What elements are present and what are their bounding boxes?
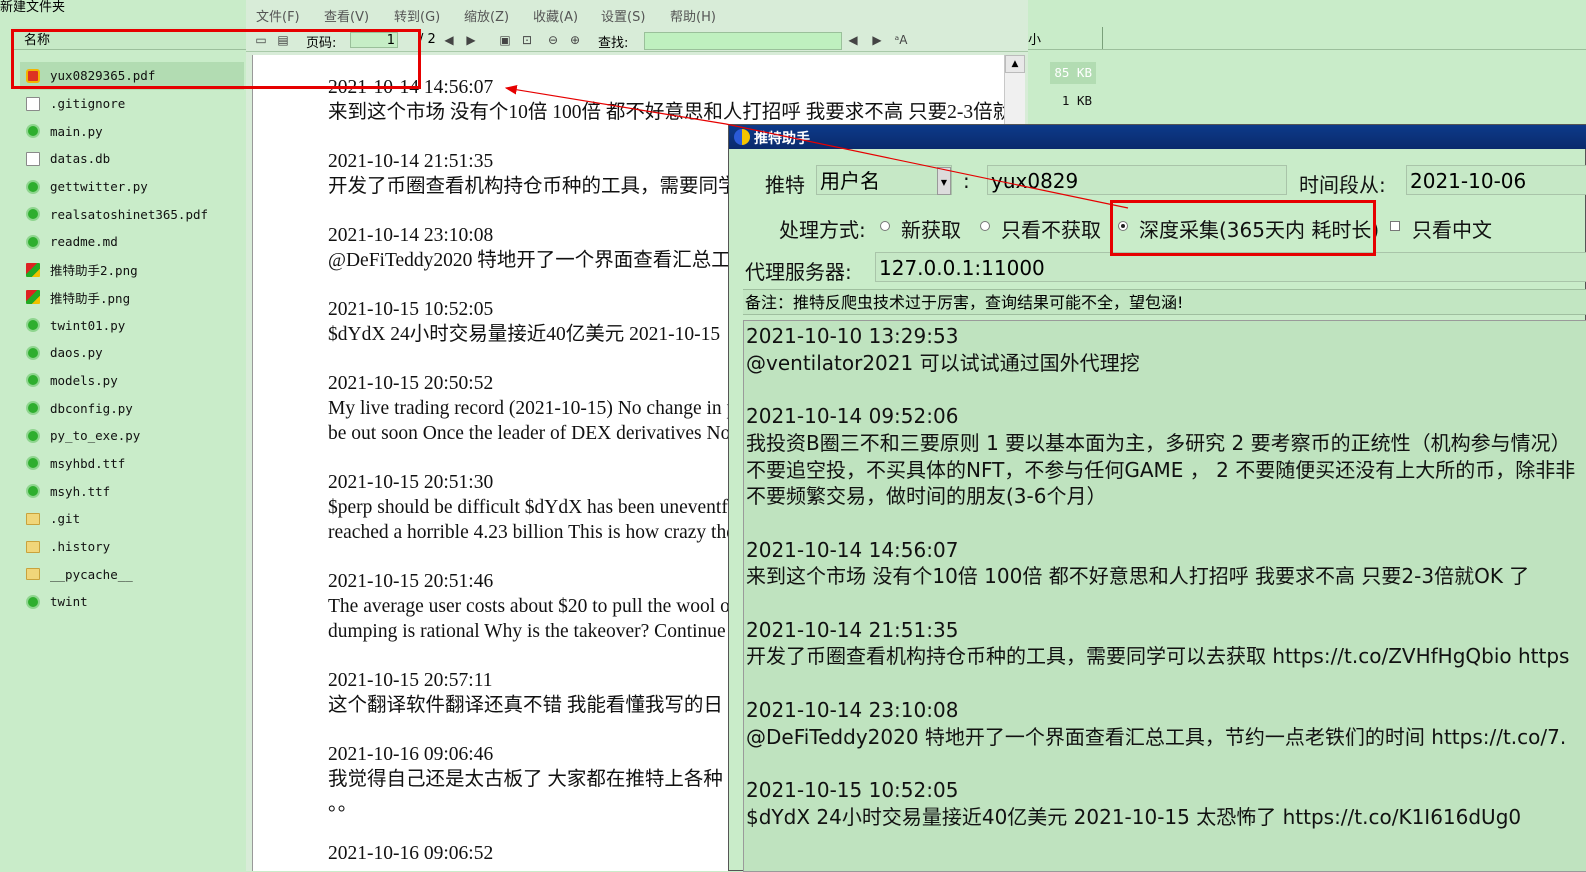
annotation-arrow <box>504 85 1129 209</box>
